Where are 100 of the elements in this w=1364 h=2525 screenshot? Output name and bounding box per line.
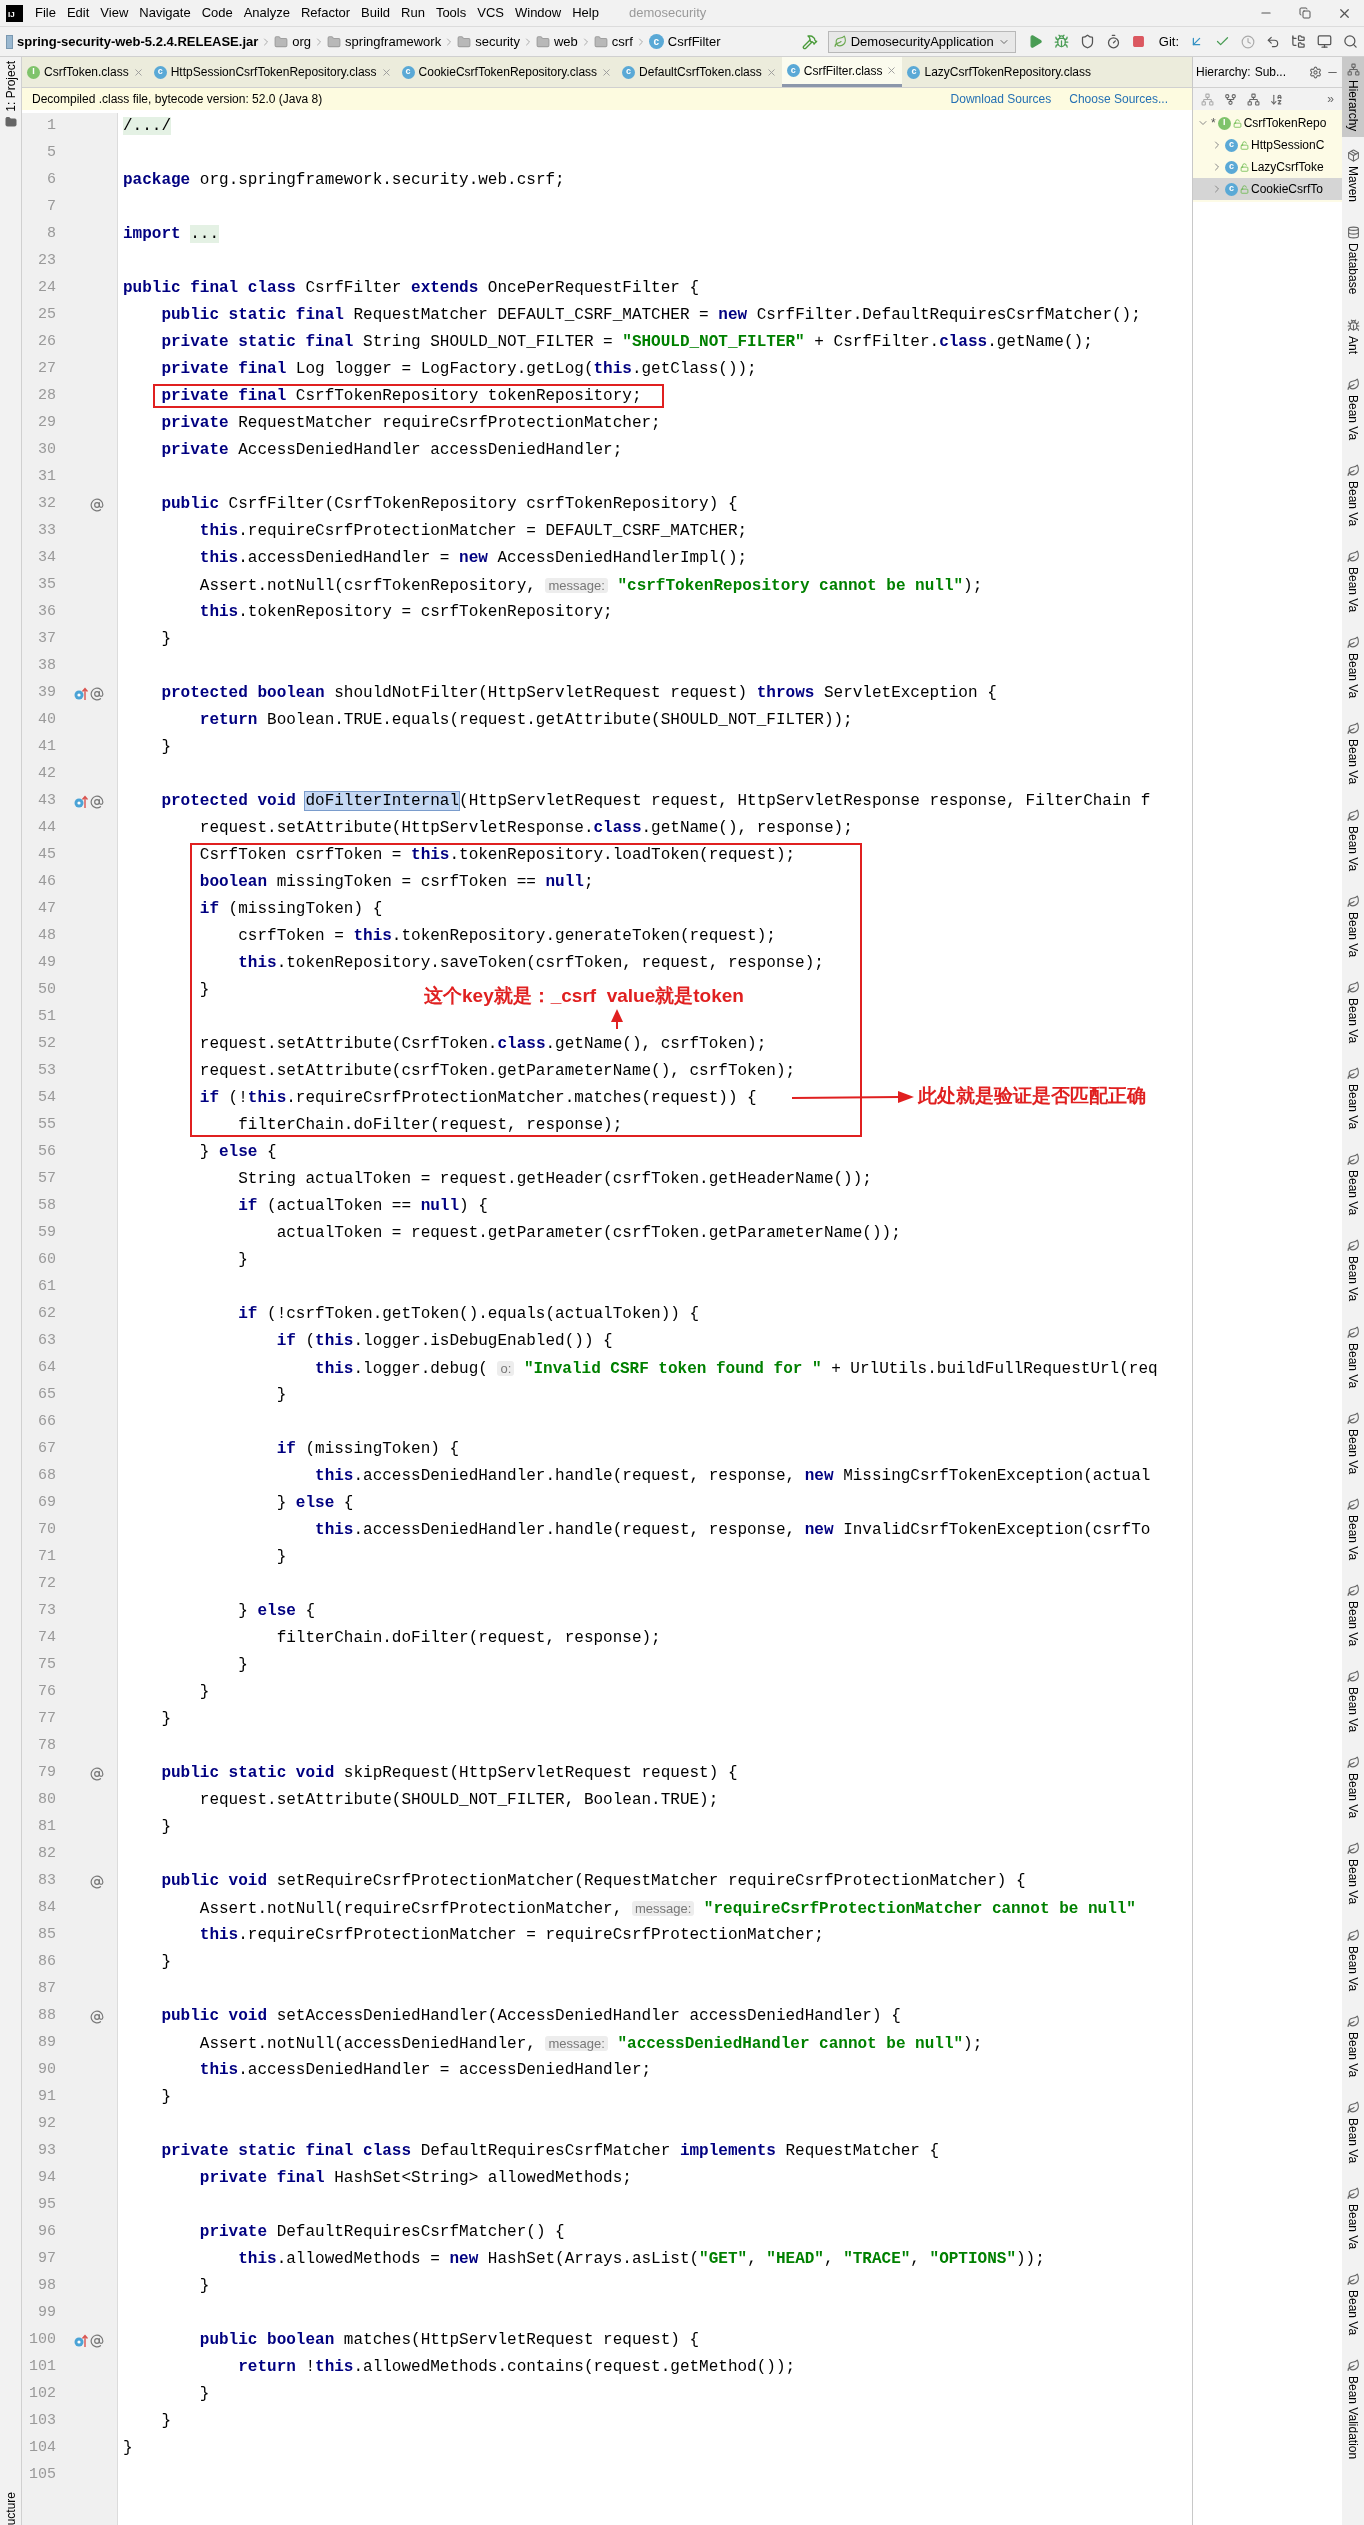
banner-link[interactable]: Download Sources <box>950 90 1052 108</box>
annotation-icon[interactable] <box>90 794 104 809</box>
debug-icon[interactable] <box>1053 34 1069 49</box>
class-icon: c <box>1225 160 1238 174</box>
tool-window-button[interactable]: Bean Va <box>1342 968 1364 1056</box>
annotation-icon[interactable] <box>90 686 104 701</box>
breadcrumb[interactable]: c CsrfFilter <box>648 31 721 52</box>
tool-window-button[interactable]: Bean Va <box>1342 1658 1364 1745</box>
menu-item[interactable]: File <box>35 3 56 23</box>
annotation-icon[interactable] <box>90 1766 104 1781</box>
tree-item[interactable]: c LazyCsrfToke <box>1193 156 1342 178</box>
tool-window-button[interactable]: Bean Va <box>1342 1227 1364 1314</box>
tool-window-button[interactable]: Bean Va <box>1342 538 1364 625</box>
tool-window-button[interactable]: Bean Va <box>1342 1313 1364 1400</box>
annotation-icon[interactable] <box>90 497 104 512</box>
project-structure-icon[interactable] <box>1291 34 1306 49</box>
annotation-icon[interactable] <box>90 2009 104 2024</box>
override-icon[interactable] <box>74 794 88 809</box>
tool-window-button[interactable]: Bean Va <box>1342 1055 1364 1142</box>
sort-icon[interactable] <box>1270 92 1283 106</box>
tool-window-button[interactable]: Bean Va <box>1342 1744 1364 1831</box>
tool-window-button[interactable]: ucture <box>1 2491 20 2525</box>
tool-window-button[interactable]: Bean Va <box>1342 2175 1364 2262</box>
more-button[interactable]: » <box>1327 90 1334 108</box>
annotation-icon[interactable] <box>90 1874 104 1889</box>
editor-tab[interactable]: c CookieCsrfTokenRepository.class <box>396 57 618 87</box>
tool-window-button[interactable]: Maven <box>1342 137 1364 215</box>
hierarchy-icon[interactable] <box>1247 92 1260 106</box>
tool-window-button[interactable]: Bean Validation <box>1342 2347 1364 2472</box>
search-icon[interactable] <box>1343 34 1358 49</box>
tool-window-button[interactable]: Bean Va <box>1342 1571 1364 1659</box>
code-line: public void setAccessDeniedHandler(AccessDeniedHandler accessDeniedHandler) { <box>160 2006 901 2027</box>
scope-selector[interactable]: Sub... <box>1254 63 1287 81</box>
menu-item[interactable]: Navigate <box>139 3 191 23</box>
tree-item[interactable]: c CookieCsrfTo <box>1193 178 1342 200</box>
menu-item[interactable]: View <box>100 3 129 23</box>
history-icon[interactable] <box>1241 34 1255 49</box>
tool-window-button[interactable]: Bean Va <box>1342 2088 1364 2176</box>
editor-tab[interactable]: c CsrfFilter.class <box>781 57 903 87</box>
tree-item[interactable]: c HttpSessionC <box>1193 134 1342 156</box>
menu-item[interactable]: Tools <box>435 3 467 23</box>
breadcrumb[interactable]: spring-security-web-5.2.4.RELEASE.jar <box>6 31 259 52</box>
menu-item[interactable]: Build <box>361 3 390 23</box>
stop-icon[interactable] <box>1131 35 1145 48</box>
tool-window-button[interactable]: Bean Va <box>1342 710 1364 797</box>
tree-item[interactable]: * I CsrfTokenRepo <box>1193 112 1342 134</box>
run-icon[interactable] <box>1027 34 1043 49</box>
override-icon[interactable] <box>74 686 88 701</box>
breadcrumb[interactable]: security <box>457 31 520 52</box>
tool-window-button[interactable]: Hierarchy <box>1342 57 1364 138</box>
menu-item[interactable]: Edit <box>66 3 90 23</box>
profile-icon[interactable] <box>1105 34 1121 49</box>
breadcrumb[interactable]: csrf <box>593 31 633 52</box>
coverage-icon[interactable] <box>1079 34 1095 49</box>
class-icon: c <box>786 64 800 77</box>
menu-item[interactable]: Help <box>572 3 599 23</box>
editor-tab[interactable]: c LazyCsrfTokenRepository.class <box>902 57 1096 87</box>
tool-window-button[interactable]: Bean Va <box>1342 2002 1364 2089</box>
editor-tab[interactable]: c DefaultCsrfToken.class <box>617 57 782 87</box>
tool-window-button[interactable]: Bean Va <box>1342 2261 1364 2348</box>
editor-tab[interactable]: c HttpSessionCsrfTokenRepository.class <box>148 57 397 87</box>
tool-window-button[interactable]: Bean Va <box>1342 1830 1364 1917</box>
breadcrumb[interactable]: org <box>274 31 312 52</box>
code-line: } else { <box>237 1601 316 1622</box>
tool-window-button[interactable]: Bean Va <box>1342 451 1364 539</box>
line-number: 61 <box>37 1277 56 1298</box>
editor-tab[interactable]: I CsrfToken.class <box>22 57 149 87</box>
tool-window-button[interactable]: Bean Va <box>1342 882 1364 969</box>
menu-item[interactable]: Code <box>201 3 233 23</box>
tool-window-button[interactable]: Bean Va <box>1342 365 1364 452</box>
breadcrumb[interactable]: web <box>536 31 578 52</box>
menu-item[interactable]: Analyze <box>243 3 290 23</box>
run-configuration-dropdown[interactable]: DemosecurityApplication <box>827 30 1016 53</box>
settings-icon[interactable] <box>1309 65 1322 79</box>
tool-window-button[interactable]: Bean Va <box>1342 624 1364 711</box>
tool-window-button[interactable]: Bean Va <box>1342 796 1364 883</box>
annotation-icon[interactable] <box>90 2333 104 2348</box>
fork-icon[interactable] <box>1224 92 1237 106</box>
terminal-icon[interactable] <box>1317 34 1332 49</box>
tool-window-button[interactable]: Bean Va <box>1342 1485 1364 1572</box>
menu-item[interactable]: VCS <box>477 3 504 23</box>
tool-window-button[interactable]: Bean Va <box>1342 1916 1364 2003</box>
revert-icon[interactable] <box>1266 34 1280 49</box>
folder-icon <box>536 34 550 49</box>
tool-window-button[interactable]: Bean Va <box>1342 1141 1364 1228</box>
tool-window-button[interactable]: Bean Va <box>1342 1399 1364 1486</box>
menu-item[interactable]: Run <box>401 3 425 23</box>
override-icon[interactable] <box>74 2333 88 2348</box>
banner-link[interactable]: Choose Sources... <box>1069 90 1168 108</box>
line-number: 32 <box>37 494 56 515</box>
restore-icon[interactable] <box>1299 7 1311 19</box>
tree-label: HttpSessionC <box>1251 137 1325 154</box>
breadcrumb[interactable]: springframework <box>327 31 442 52</box>
menu-item[interactable]: Refactor <box>300 3 351 23</box>
tool-window-button[interactable]: Database <box>1342 214 1364 307</box>
code-line: if (missingToken) { <box>198 899 383 920</box>
menu-item[interactable]: Window <box>514 3 562 23</box>
tool-window-button[interactable]: Ant <box>1342 306 1364 366</box>
hammer-icon[interactable] <box>801 33 818 50</box>
tool-window-button[interactable]: 1: Project <box>1 61 20 112</box>
